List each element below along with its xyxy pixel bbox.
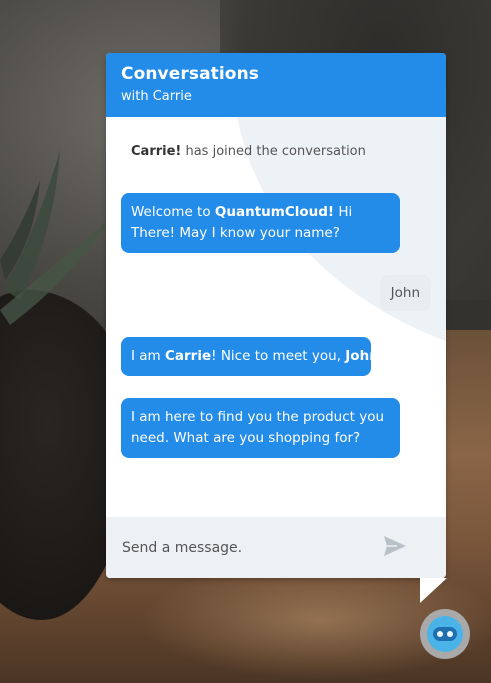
background-swoosh: [235, 117, 446, 425]
agent-name: Carrie!: [131, 144, 182, 159]
chat-launcher-button[interactable]: [420, 609, 470, 659]
bot-message: Welcome to QuantumCloud! Hi There! May I…: [121, 193, 400, 253]
conversation-area[interactable]: Carrie! has joined the conversation Welc…: [106, 117, 446, 517]
join-notice: Carrie! has joined the conversation: [131, 144, 366, 159]
chat-subtitle: with Carrie: [121, 89, 192, 104]
chat-pointer: [420, 578, 447, 603]
chat-title: Conversations: [121, 64, 259, 84]
bot-message: I am Carrie! Nice to meet you, John!: [121, 337, 384, 376]
bot-face-icon: [427, 616, 463, 652]
user-message: John: [379, 275, 431, 311]
chat-header: Conversations with Carrie: [106, 53, 446, 117]
chat-window: Conversations with Carrie Carrie! has jo…: [106, 53, 446, 578]
bot-message: I am here to find you the product you ne…: [121, 398, 400, 458]
send-button[interactable]: [383, 535, 409, 559]
message-input[interactable]: [120, 535, 364, 561]
send-icon: [384, 536, 406, 556]
message-composer: [106, 517, 446, 578]
brand-name: QuantumCloud!: [214, 204, 335, 220]
